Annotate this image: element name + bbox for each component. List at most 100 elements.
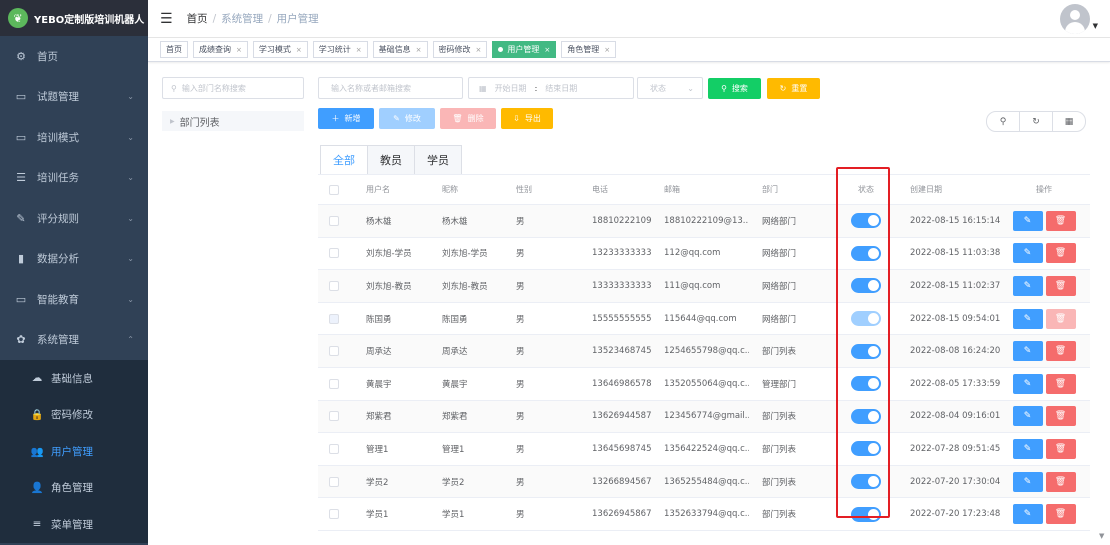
sidebar-subitem[interactable]: ☁ 基础信息 <box>0 360 148 397</box>
row-edit-button[interactable]: ✎ <box>1012 504 1043 525</box>
row-checkbox[interactable] <box>329 411 339 422</box>
status-toggle[interactable] <box>851 278 881 294</box>
status-toggle[interactable] <box>851 474 881 490</box>
status-toggle[interactable] <box>851 376 881 392</box>
row-checkbox[interactable] <box>329 313 339 324</box>
sidebar-menu-item[interactable]: ▭ 智能教育 ⌄ <box>0 279 148 320</box>
sidebar-menu-item[interactable]: ▮ 数据分析 ⌄ <box>0 239 148 280</box>
sidebar-menu-item[interactable]: ⚙ 首页 <box>0 36 148 77</box>
end-date-placeholder[interactable]: 结束日期 <box>545 83 577 94</box>
close-icon[interactable]: × <box>356 46 362 54</box>
row-checkbox[interactable] <box>329 509 339 520</box>
row-checkbox[interactable] <box>329 443 339 454</box>
close-icon[interactable]: × <box>476 46 482 54</box>
breadcrumb-item-home[interactable]: 首页 <box>187 13 208 25</box>
sidebar-subitem[interactable]: 👤 角色管理 <box>0 469 148 506</box>
row-edit-button[interactable]: ✎ <box>1012 341 1043 362</box>
name-search-input[interactable]: 输入名称或者邮箱搜索 <box>318 77 463 99</box>
status-toggle[interactable] <box>851 213 881 229</box>
status-select[interactable]: 状态 ⌄ <box>637 77 703 99</box>
tab-student[interactable]: 学员 <box>414 146 461 174</box>
close-icon[interactable]: × <box>416 46 422 54</box>
caret-down-icon[interactable]: ▼ <box>1093 22 1098 30</box>
sidebar-subitem[interactable]: 🔒 密码修改 <box>0 396 148 433</box>
cell-nickname: 刘东旭-教员 <box>442 281 488 292</box>
tag-item[interactable]: 角色管理 × <box>561 41 617 58</box>
tag-item[interactable]: 基础信息 × <box>372 41 428 58</box>
row-checkbox[interactable] <box>329 248 339 259</box>
export-button[interactable]: ⇩ 导出 <box>501 108 553 129</box>
tag-item[interactable]: 首页 <box>160 41 188 58</box>
sidebar-menu-item[interactable]: ✎ 评分规则 ⌄ <box>0 198 148 239</box>
row-delete-button[interactable]: 🗑 <box>1045 210 1076 231</box>
search-toggle-icon[interactable]: ⚲ <box>986 111 1020 132</box>
tag-item[interactable]: 用户管理 × <box>492 41 557 58</box>
row-edit-button[interactable]: ✎ <box>1012 471 1043 492</box>
row-checkbox[interactable] <box>329 378 339 389</box>
status-toggle[interactable] <box>851 343 881 359</box>
status-toggle[interactable] <box>851 506 881 522</box>
edit-button[interactable]: ✎ 修改 <box>379 108 435 129</box>
date-range-picker[interactable]: ▦ 开始日期 : 结束日期 <box>468 77 634 99</box>
status-toggle[interactable] <box>851 245 881 261</box>
sidebar-subitem[interactable]: ≡ 菜单管理 <box>0 506 148 543</box>
cell-gender: 男 <box>516 412 525 423</box>
row-delete-button[interactable]: 🗑 <box>1045 243 1076 264</box>
row-edit-button[interactable]: ✎ <box>1012 275 1043 296</box>
row-edit-button[interactable]: ✎ <box>1012 438 1043 459</box>
sidebar-menu-item[interactable]: ☰ 培训任务 ⌄ <box>0 158 148 199</box>
breadcrumb-item-system[interactable]: 系统管理 <box>221 13 263 25</box>
row-checkbox[interactable] <box>329 215 339 226</box>
dept-tree-node[interactable]: ▶ 部门列表 <box>162 111 304 131</box>
row-edit-button[interactable]: ✎ <box>1012 210 1043 231</box>
row-delete-button[interactable]: 🗑 <box>1045 275 1076 296</box>
status-toggle[interactable] <box>851 408 881 424</box>
row-delete-button[interactable]: 🗑 <box>1045 341 1076 362</box>
row-edit-button[interactable]: ✎ <box>1012 406 1043 427</box>
sidebar-menu-item[interactable]: ▭ 试题管理 ⌄ <box>0 77 148 118</box>
row-checkbox[interactable] <box>329 346 339 357</box>
hamburger-icon[interactable]: ☰ <box>160 11 173 27</box>
caret-right-icon[interactable]: ▶ <box>170 118 175 125</box>
logo[interactable]: ❦ YEBO定制版培训机器人 <box>0 0 148 36</box>
cell-gender: 男 <box>516 444 525 455</box>
tag-item[interactable]: 学习模式 × <box>252 41 308 58</box>
sidebar-subitem[interactable]: 👥 用户管理 <box>0 433 148 470</box>
row-delete-button[interactable]: 🗑 <box>1045 406 1076 427</box>
tag-item[interactable]: 密码修改 × <box>432 41 488 58</box>
scroll-down-icon[interactable]: ▼ <box>1099 532 1104 540</box>
avatar[interactable] <box>1060 4 1090 34</box>
status-toggle[interactable] <box>851 441 881 457</box>
row-delete-button[interactable]: 🗑 <box>1045 373 1076 394</box>
row-edit-button[interactable]: ✎ <box>1012 243 1043 264</box>
sidebar-menu-item[interactable]: ▭ 培训模式 ⌄ <box>0 117 148 158</box>
tag-item[interactable]: 成绩查询 × <box>193 41 248 58</box>
search-button[interactable]: ⚲ 搜索 <box>708 78 761 99</box>
row-edit-button[interactable]: ✎ <box>1012 308 1043 329</box>
breadcrumb-item-users: 用户管理 <box>276 13 319 25</box>
sidebar-menu-item[interactable]: ✿ 系统管理 ⌃ <box>0 320 148 361</box>
tab-teacher[interactable]: 教员 <box>367 146 414 174</box>
tag-item[interactable]: 学习统计 × <box>312 41 368 58</box>
close-icon[interactable]: × <box>604 46 610 54</box>
row-checkbox[interactable] <box>329 280 339 291</box>
close-icon[interactable]: × <box>544 46 550 54</box>
reset-button[interactable]: ↻ 重置 <box>767 78 820 99</box>
close-icon[interactable]: × <box>296 46 302 54</box>
row-delete-button[interactable]: 🗑 <box>1045 471 1076 492</box>
tab-all[interactable]: 全部 <box>321 146 367 174</box>
start-date-placeholder[interactable]: 开始日期 <box>495 83 527 94</box>
select-all-checkbox[interactable] <box>329 184 339 195</box>
refresh-icon[interactable]: ↻ <box>1019 111 1053 132</box>
row-delete-button[interactable]: 🗑 <box>1045 504 1076 525</box>
dept-search-input[interactable]: ⚲ 输入部门名称搜索 <box>162 77 304 99</box>
delete-button[interactable]: 🗑 删除 <box>440 108 496 129</box>
row-edit-button[interactable]: ✎ <box>1012 373 1043 394</box>
cell-email: 1254655798@qq.c... <box>664 346 749 357</box>
columns-icon[interactable]: ▦ <box>1052 111 1086 132</box>
row-checkbox[interactable] <box>329 476 339 487</box>
row-delete-button[interactable]: 🗑 <box>1045 438 1076 459</box>
close-icon[interactable]: × <box>236 46 242 54</box>
col-status: 状态 <box>858 185 874 194</box>
add-button[interactable]: ＋ 新增 <box>318 108 374 129</box>
